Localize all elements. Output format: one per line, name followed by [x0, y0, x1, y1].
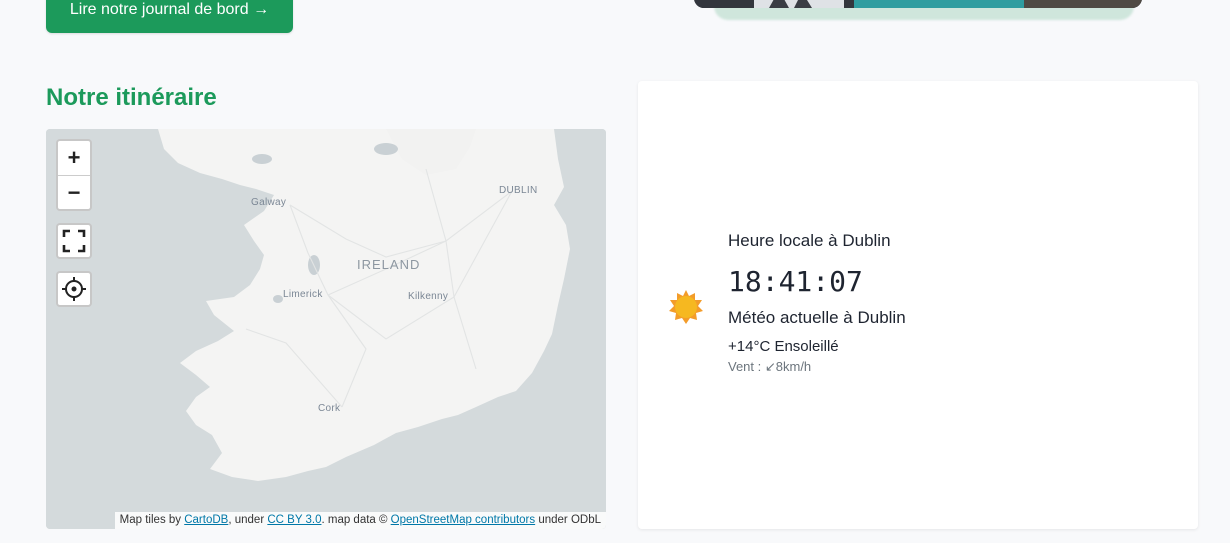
map-label-country: IRELAND [357, 257, 421, 272]
local-clock: 18:41:07 [728, 265, 863, 298]
zoom-in-button[interactable]: + [58, 141, 90, 175]
map-label-galway: Galway [251, 197, 287, 208]
map-label-cork: Cork [318, 403, 341, 414]
attribution-text: . map data © [321, 514, 391, 526]
fullscreen-button[interactable] [56, 223, 92, 259]
fullscreen-icon [62, 229, 86, 253]
weather-label: Météo actuelle à Dublin [728, 308, 906, 327]
zoom-controls: + − [56, 139, 92, 211]
map-label-dublin: DUBLIN [499, 185, 538, 196]
hero-photo [694, 0, 1142, 20]
cartodb-link[interactable]: CartoDB [184, 514, 228, 526]
weather-card: Heure locale à Dublin 18:41:07 Météo act… [638, 81, 1198, 529]
itinerary-map[interactable]: + − Galway DUBLIN IRELAND Limerick Kilke… [46, 129, 606, 529]
map-label-kilkenny: Kilkenny [408, 291, 449, 302]
attribution-text: Map tiles by [119, 514, 185, 526]
local-time-label: Heure locale à Dublin [728, 231, 891, 250]
section-title-itinerary: Notre itinéraire [46, 84, 217, 111]
osm-link[interactable]: OpenStreetMap contributors [391, 514, 535, 526]
map-attribution: Map tiles by CartoDB, under CC BY 3.0. m… [114, 512, 606, 529]
locate-button[interactable] [56, 271, 92, 307]
wind-info: Vent : ↙8km/h [728, 359, 812, 374]
locate-icon [62, 277, 86, 301]
attribution-text: , under [228, 514, 268, 526]
temperature-condition: +14°C Ensoleillé [728, 338, 839, 355]
sun-icon [669, 290, 703, 324]
zoom-out-button[interactable]: − [58, 175, 90, 209]
attribution-text: under ODbL [535, 514, 601, 526]
map-label-limerick: Limerick [283, 289, 323, 300]
cc-by-link[interactable]: CC BY 3.0 [267, 514, 321, 526]
read-journal-button[interactable]: Lire notre journal de bord → [46, 0, 293, 33]
